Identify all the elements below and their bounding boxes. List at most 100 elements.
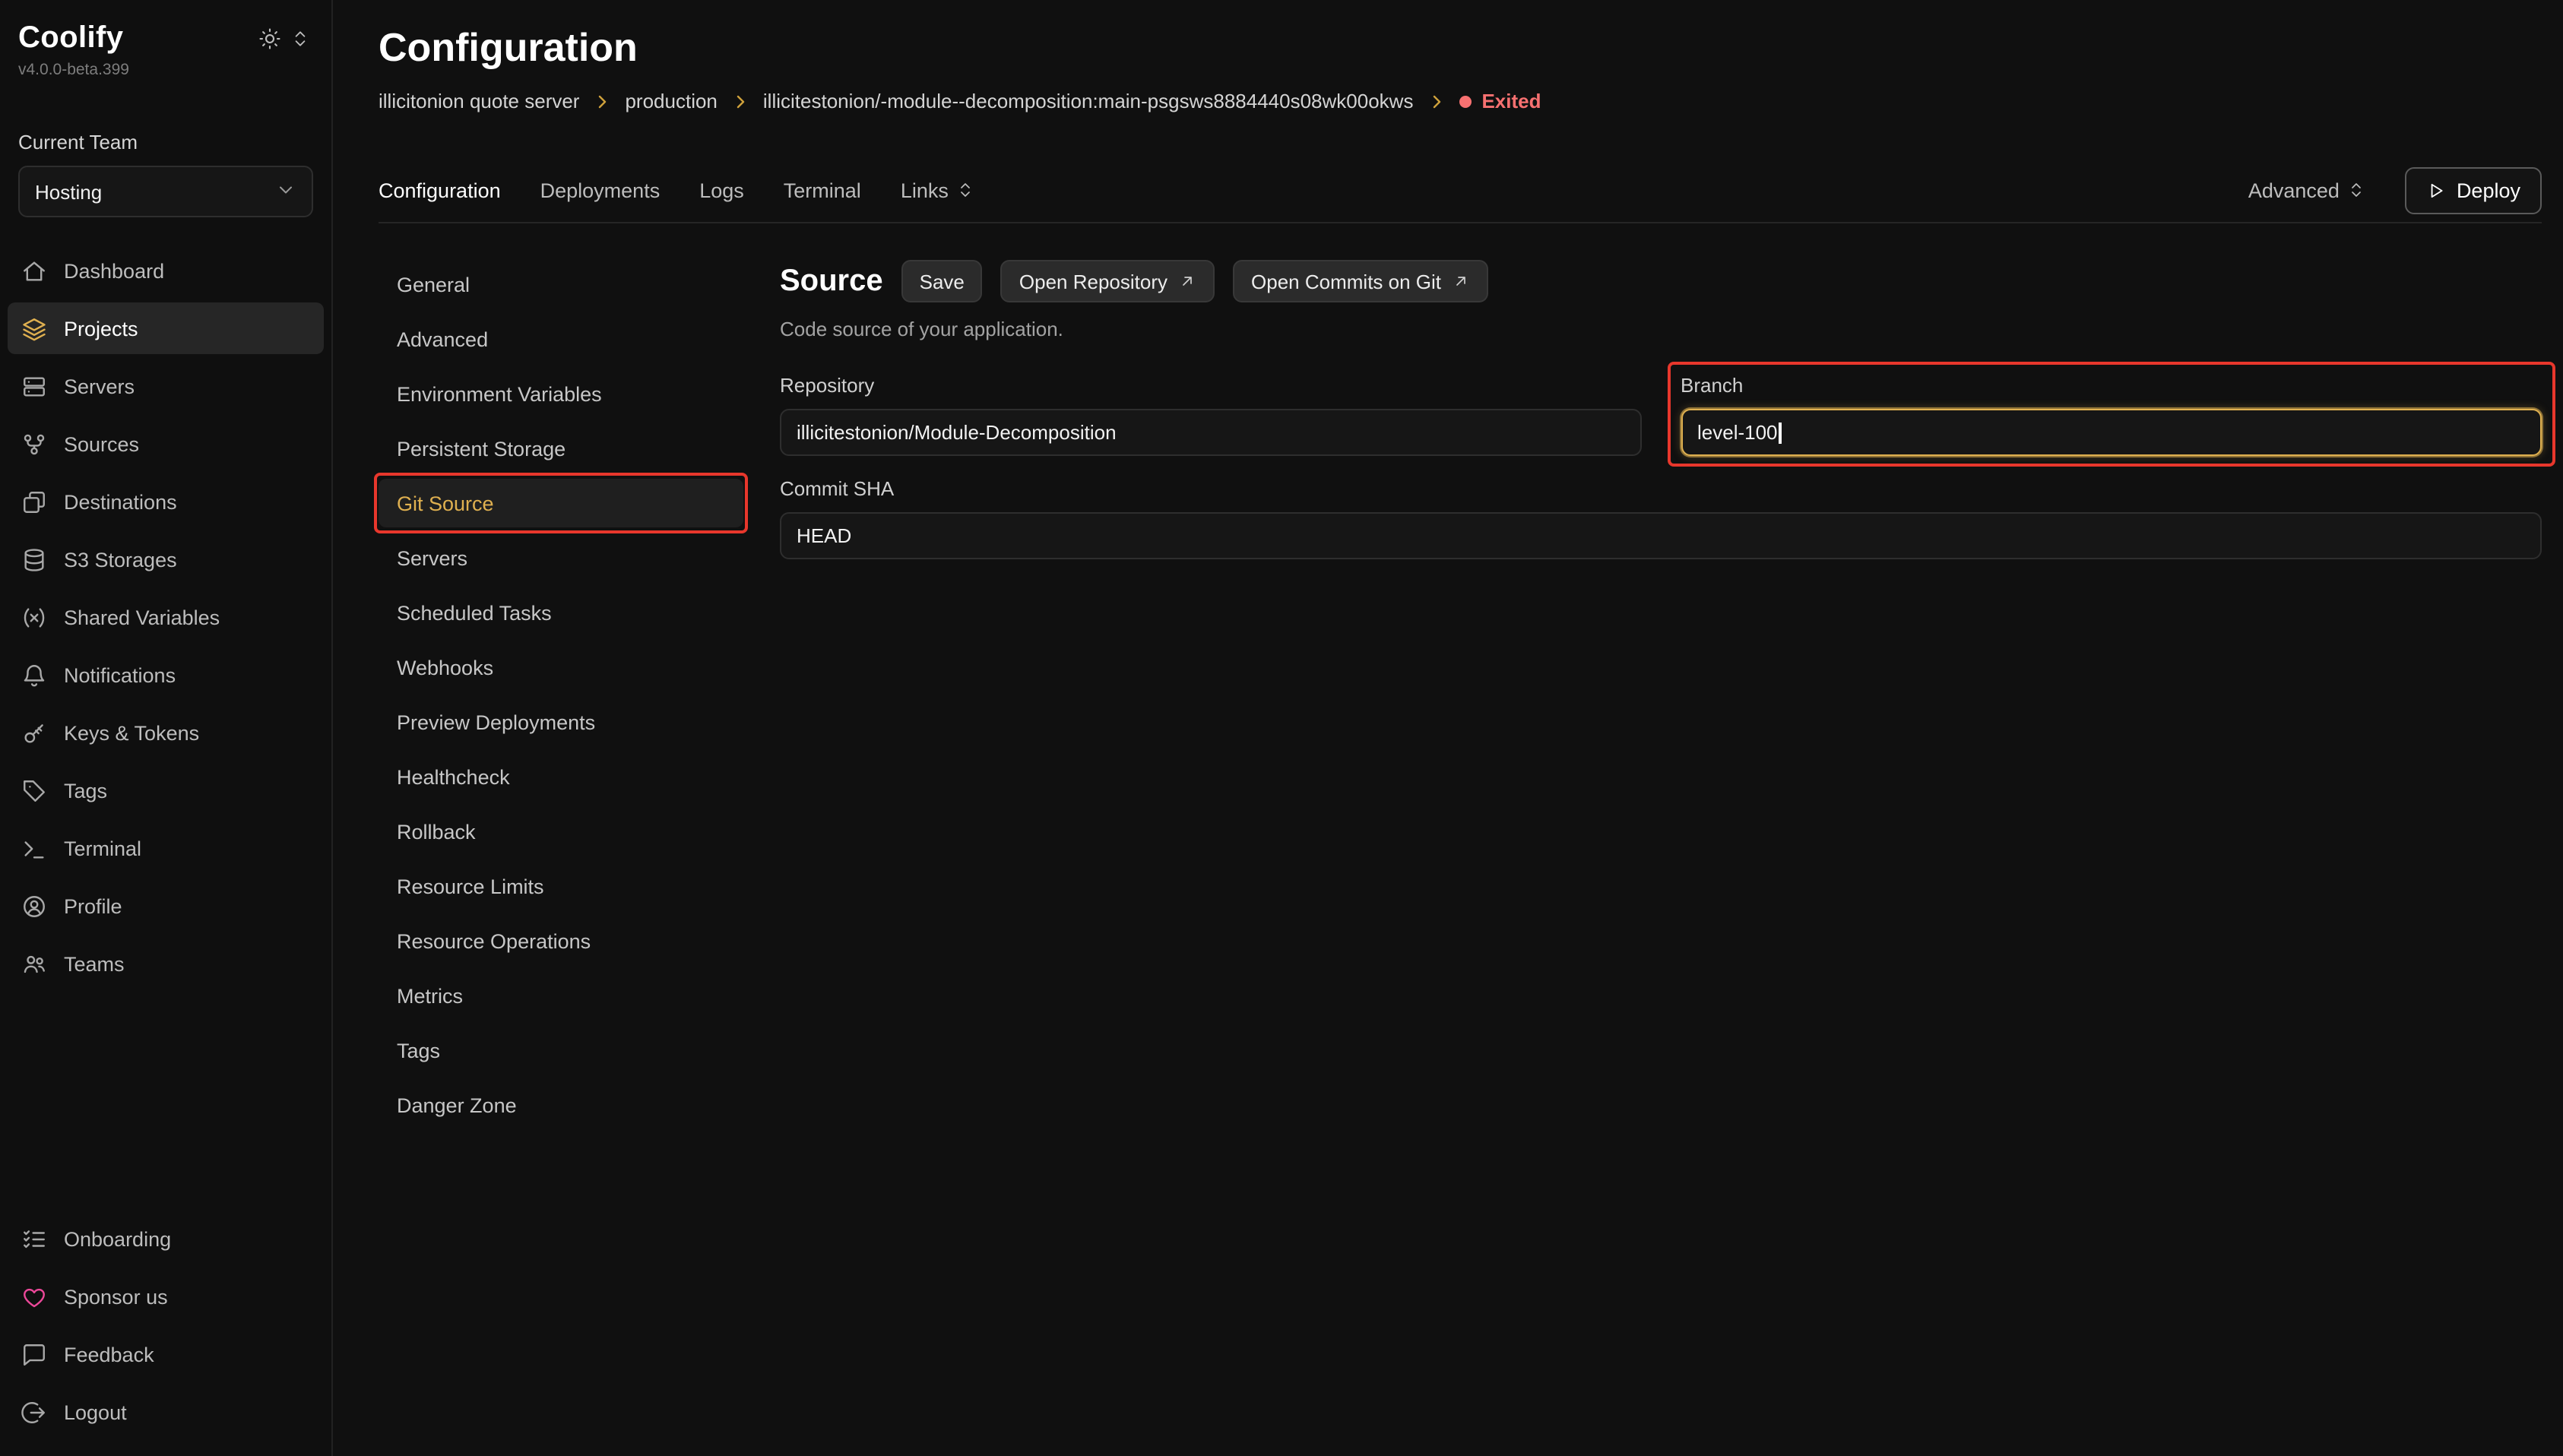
play-icon — [2426, 180, 2446, 200]
chevron-up-down-icon[interactable] — [290, 29, 310, 49]
open-repository-button[interactable]: Open Repository — [1001, 260, 1215, 302]
sidebar-item-terminal[interactable]: Terminal — [8, 822, 324, 874]
subnav-item-metrics[interactable]: Metrics — [379, 971, 743, 1020]
bell-icon — [21, 662, 47, 688]
sidebar-item-shared-variables[interactable]: Shared Variables — [8, 591, 324, 643]
deploy-label: Deploy — [2457, 179, 2520, 201]
terminal-icon — [21, 835, 47, 861]
subnav-label: Resource Operations — [397, 929, 591, 952]
sidebar-item-label: Tags — [64, 779, 107, 802]
subnav-label: Advanced — [397, 328, 488, 350]
subnav-label: Danger Zone — [397, 1094, 517, 1116]
sidebar-item-projects[interactable]: Projects — [8, 302, 324, 354]
subnav-label: General — [397, 273, 470, 296]
status-badge: Exited — [1459, 90, 1541, 112]
breadcrumb-application[interactable]: illicitestonion/-module--decomposition:m… — [763, 90, 1414, 112]
subnav-label: Metrics — [397, 984, 463, 1007]
breadcrumb-environment[interactable]: production — [625, 90, 717, 112]
subnav-item-general[interactable]: General — [379, 260, 743, 309]
subnav-label: Resource Limits — [397, 875, 544, 897]
variable-icon — [21, 604, 47, 630]
sidebar-item-feedback[interactable]: Feedback — [8, 1328, 324, 1380]
app-version: v4.0.0-beta.399 — [18, 61, 313, 79]
source-heading: Source — [780, 264, 883, 299]
subnav-label: Persistent Storage — [397, 437, 566, 460]
subnav-item-scheduled-tasks[interactable]: Scheduled Tasks — [379, 588, 743, 637]
deploy-button[interactable]: Deploy — [2405, 166, 2542, 214]
sidebar-item-label: S3 Storages — [64, 548, 177, 571]
subnav-item-resource-limits[interactable]: Resource Limits — [379, 862, 743, 910]
open-commits-label: Open Commits on Git — [1251, 270, 1441, 293]
sidebar-item-sources[interactable]: Sources — [8, 418, 324, 470]
subnav-item-git-source[interactable]: Git Source — [379, 479, 743, 527]
subnav-label: Healthcheck — [397, 765, 510, 788]
layers-icon — [21, 315, 47, 341]
sidebar-item-label: Sources — [64, 432, 139, 455]
tab-logs[interactable]: Logs — [699, 179, 744, 201]
breadcrumb-project[interactable]: illicitonion quote server — [379, 90, 579, 112]
repository-label: Repository — [780, 374, 1641, 397]
status-label: Exited — [1481, 90, 1541, 112]
message-bubble-icon — [21, 1341, 47, 1367]
main-content: Configuration illicitonion quote server … — [333, 0, 2563, 1456]
configuration-subnav: General Advanced Environment Variables P… — [379, 260, 780, 1456]
repository-input[interactable] — [780, 409, 1641, 456]
sidebar-item-servers[interactable]: Servers — [8, 360, 324, 412]
tab-configuration[interactable]: Configuration — [379, 179, 501, 201]
chevron-right-icon — [731, 92, 749, 110]
subnav-item-persistent-storage[interactable]: Persistent Storage — [379, 424, 743, 473]
sidebar-item-profile[interactable]: Profile — [8, 880, 324, 932]
advanced-menu[interactable]: Advanced — [2248, 179, 2365, 201]
subnav-label: Preview Deployments — [397, 711, 595, 733]
subnav-item-preview-deployments[interactable]: Preview Deployments — [379, 698, 743, 746]
sidebar-item-tags[interactable]: Tags — [8, 764, 324, 816]
branch-input[interactable]: level-100 — [1681, 409, 2542, 456]
sidebar-item-label: Feedback — [64, 1343, 154, 1366]
app-logo: Coolify — [18, 21, 123, 56]
commit-sha-input[interactable] — [780, 512, 2542, 559]
subnav-item-rollback[interactable]: Rollback — [379, 807, 743, 856]
database-icon — [21, 546, 47, 572]
team-select[interactable]: Hosting — [18, 166, 313, 217]
configuration-content: General Advanced Environment Variables P… — [379, 260, 2542, 1456]
sidebar-nav: Dashboard Projects Servers Sources Desti… — [0, 245, 331, 989]
subnav-item-environment-variables[interactable]: Environment Variables — [379, 369, 743, 418]
subnav-item-healthcheck[interactable]: Healthcheck — [379, 752, 743, 801]
sidebar-item-logout[interactable]: Logout — [8, 1386, 324, 1438]
subnav-item-tags[interactable]: Tags — [379, 1026, 743, 1075]
commit-sha-label: Commit SHA — [780, 477, 2542, 500]
subnav-item-servers[interactable]: Servers — [379, 533, 743, 582]
sidebar-item-sponsor-us[interactable]: Sponsor us — [8, 1271, 324, 1322]
sidebar-item-label: Teams — [64, 952, 125, 975]
sidebar-item-label: Onboarding — [64, 1227, 171, 1250]
external-link-icon — [1452, 272, 1470, 290]
sidebar-item-label: Destinations — [64, 490, 177, 513]
open-repository-label: Open Repository — [1019, 270, 1167, 293]
subnav-item-danger-zone[interactable]: Danger Zone — [379, 1081, 743, 1129]
sidebar-footer-nav: Onboarding Sponsor us Feedback Logout — [0, 1213, 331, 1438]
sidebar-item-s3-storages[interactable]: S3 Storages — [8, 533, 324, 585]
external-link-icon — [1178, 272, 1196, 290]
subnav-item-webhooks[interactable]: Webhooks — [379, 643, 743, 692]
tab-deployments[interactable]: Deployments — [540, 179, 661, 201]
save-button[interactable]: Save — [901, 260, 983, 302]
status-dot-icon — [1459, 95, 1471, 107]
sidebar-item-keys-tokens[interactable]: Keys & Tokens — [8, 707, 324, 758]
open-commits-button[interactable]: Open Commits on Git — [1233, 260, 1488, 302]
sidebar-item-notifications[interactable]: Notifications — [8, 649, 324, 701]
sidebar-item-onboarding[interactable]: Onboarding — [8, 1213, 324, 1265]
theme-sun-icon[interactable] — [258, 27, 281, 50]
tab-links[interactable]: Links — [901, 179, 974, 201]
subnav-item-resource-operations[interactable]: Resource Operations — [379, 916, 743, 965]
subnav-item-advanced[interactable]: Advanced — [379, 315, 743, 363]
sidebar-item-label: Terminal — [64, 837, 141, 859]
sidebar-item-teams[interactable]: Teams — [8, 938, 324, 989]
sidebar-item-dashboard[interactable]: Dashboard — [8, 245, 324, 296]
git-source-panel: Source Save Open Repository Open Commits… — [780, 260, 2542, 1456]
sidebar-item-destinations[interactable]: Destinations — [8, 476, 324, 527]
chevron-up-down-icon — [956, 181, 974, 199]
tab-terminal[interactable]: Terminal — [784, 179, 861, 201]
logout-icon — [21, 1399, 47, 1425]
advanced-label: Advanced — [2248, 179, 2340, 201]
sidebar-item-label: Keys & Tokens — [64, 721, 199, 744]
